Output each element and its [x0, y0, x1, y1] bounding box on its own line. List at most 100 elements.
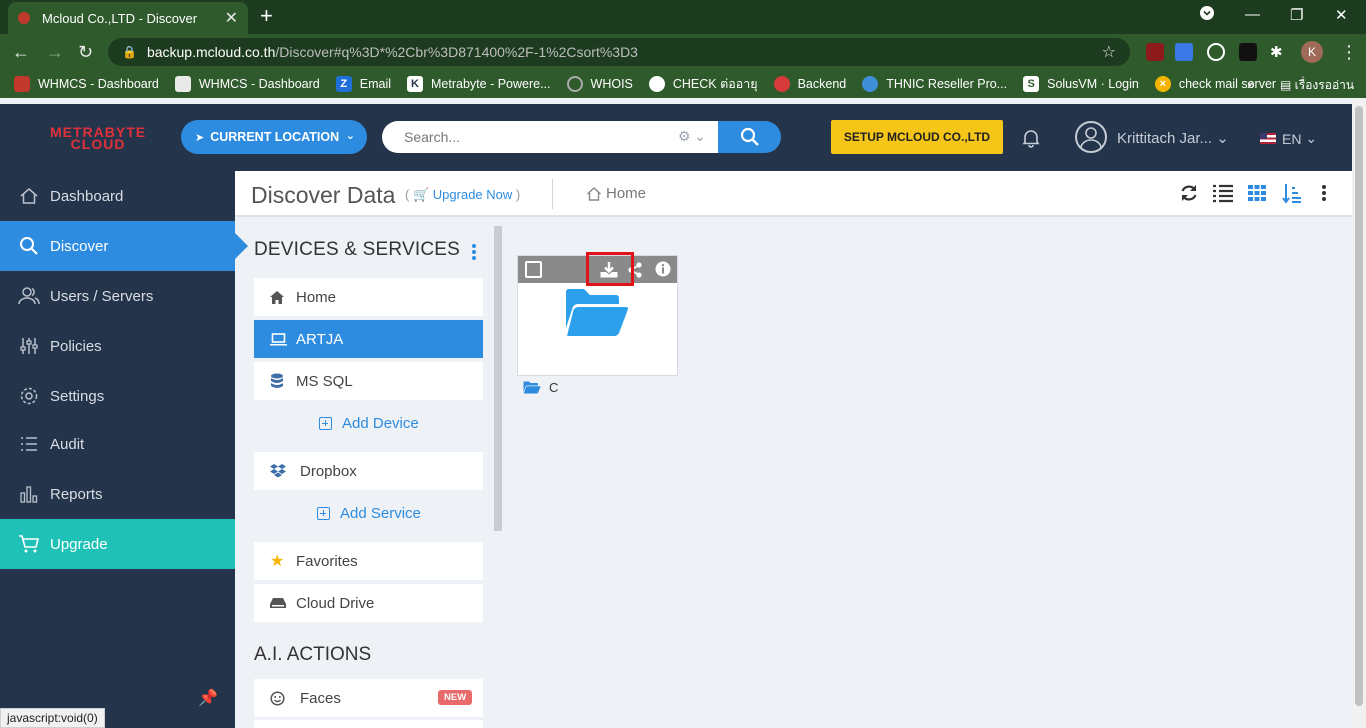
minimize-icon[interactable]: — — [1245, 6, 1260, 23]
plus-square-icon — [317, 507, 330, 520]
breadcrumb[interactable]: Home — [586, 185, 646, 202]
bookmark-item[interactable]: WHMCS - Dashboard — [14, 76, 159, 92]
profile-avatar[interactable]: K — [1301, 41, 1323, 63]
mail-check-icon: × — [1154, 76, 1171, 92]
translate-extension-icon[interactable] — [1175, 43, 1193, 61]
thnic-icon — [862, 76, 879, 92]
sidebar-item-policies[interactable]: Policies — [0, 321, 235, 371]
search-icon — [740, 127, 759, 146]
extension-icon[interactable] — [1239, 43, 1257, 61]
sidebar-item-audit[interactable]: Audit — [0, 419, 235, 469]
star-icon: ★ — [270, 553, 285, 570]
language-selector[interactable]: EN ⌄ — [1260, 130, 1317, 147]
browser-tab[interactable]: Mcloud Co.,LTD - Discover ✕ — [8, 2, 248, 34]
bookmark-item[interactable]: × check mail server — [1154, 76, 1276, 92]
home-icon — [270, 290, 288, 304]
search-button[interactable] — [718, 121, 781, 153]
scrollbar-thumb[interactable] — [1355, 106, 1363, 706]
grid-view-icon[interactable] — [1247, 183, 1267, 206]
bookmark-favicon-icon — [174, 76, 191, 92]
backend-icon — [773, 76, 790, 92]
bookmark-item[interactable]: Backend — [773, 76, 846, 92]
panel-scrollbar[interactable] — [494, 226, 502, 531]
bookmarks-bar: WHMCS - Dashboard WHMCS - Dashboard Z Ema… — [0, 70, 1366, 98]
user-menu[interactable]: Krittitach Jar... ⌄ — [1117, 129, 1229, 147]
plus-square-icon — [319, 417, 332, 430]
refresh-icon[interactable] — [1179, 183, 1199, 206]
site-favicon-icon — [18, 12, 30, 24]
ublock-extension-icon[interactable] — [1146, 43, 1164, 61]
reading-list-icon: ▤ — [1280, 78, 1295, 92]
select-checkbox[interactable] — [525, 261, 542, 278]
reading-list-button[interactable]: ▤ เรื่องรออ่าน — [1280, 76, 1354, 95]
tab-search-icon[interactable] — [1200, 6, 1214, 24]
laptop-icon — [270, 332, 288, 346]
url-host: backup.mcloud.co.th — [146, 44, 276, 60]
search-input[interactable] — [404, 129, 674, 145]
window-close-icon[interactable]: ✕ — [1335, 6, 1348, 24]
bookmark-item[interactable]: WHMCS - Dashboard — [174, 76, 320, 92]
setup-button[interactable]: SETUP MCLOUD CO.,LTD — [831, 120, 1003, 154]
upgrade-now-link[interactable]: ( 🛒 Upgrade Now ) — [405, 187, 520, 203]
sidebar-item-reports[interactable]: Reports — [0, 469, 235, 519]
pin-sidebar-icon[interactable]: 📌 — [198, 688, 218, 708]
add-service-button[interactable]: Add Service — [317, 505, 421, 522]
bookmark-item[interactable]: Z Email — [335, 76, 391, 92]
device-item-artja[interactable]: ARTJA — [254, 320, 483, 358]
bookmark-item[interactable]: WHOIS — [566, 76, 633, 92]
file-tile[interactable] — [517, 252, 678, 376]
users-icon — [18, 285, 40, 307]
current-location-button[interactable]: ➤ CURRENT LOCATION ⌄ — [181, 120, 367, 154]
info-icon[interactable] — [655, 261, 671, 280]
bookmark-star-icon[interactable]: ☆ — [1102, 42, 1116, 62]
page-scrollbar[interactable] — [1352, 98, 1366, 728]
sidebar-item-dashboard[interactable]: Dashboard — [0, 171, 235, 221]
more-options-icon[interactable] — [1321, 183, 1327, 206]
cart-icon: 🛒 — [412, 187, 430, 202]
url-path: /Discover#q%3D*%2Cbr%3D871400%2F-1%2Csor… — [275, 44, 638, 60]
new-tab-button[interactable]: + — [260, 4, 273, 28]
user-avatar-icon[interactable] — [1075, 121, 1107, 153]
sort-icon[interactable] — [1282, 183, 1302, 208]
search-options-gear-icon[interactable]: ⚙ ⌄ — [678, 128, 706, 145]
ai-item[interactable] — [254, 720, 483, 728]
list-icon — [18, 433, 40, 455]
media-extension-icon[interactable] — [1207, 43, 1225, 61]
globe-icon — [648, 76, 665, 92]
bookmark-item[interactable]: THNIC Reseller Pro... — [862, 76, 1007, 92]
bookmark-item[interactable]: K Metrabyte - Powere... — [407, 76, 551, 92]
bar-chart-icon — [18, 483, 40, 505]
cart-icon — [18, 533, 40, 555]
service-item-dropbox[interactable]: Dropbox — [254, 452, 483, 490]
page-title: Discover Data — [251, 182, 396, 208]
address-bar[interactable]: 🔒 backup.mcloud.co.th /Discover#q%3D*%2C… — [108, 38, 1130, 66]
puzzle-extensions-icon[interactable]: ✱ — [1270, 43, 1288, 61]
device-item-home[interactable]: Home — [254, 278, 483, 316]
notification-bell-icon[interactable] — [1021, 128, 1041, 148]
devices-services-title: DEVICES & SERVICES — [254, 239, 460, 260]
cloud-drive-item[interactable]: Cloud Drive — [254, 584, 483, 622]
metrabyte-logo[interactable]: METRABYTE CLOUD — [50, 125, 146, 151]
sidebar-item-discover[interactable]: Discover — [0, 221, 248, 271]
panel-more-icon[interactable] — [471, 243, 477, 264]
add-device-button[interactable]: Add Device — [319, 415, 419, 432]
close-tab-icon[interactable]: ✕ — [225, 8, 238, 28]
device-item-ms-sql[interactable]: MS SQL — [254, 362, 483, 400]
whois-icon — [566, 76, 583, 92]
back-icon[interactable]: ← — [12, 42, 30, 62]
favorites-item[interactable]: ★ Favorites — [254, 542, 483, 580]
browser-menu-icon[interactable]: ⋮ — [1340, 42, 1358, 62]
bookmark-favicon-icon — [14, 76, 30, 92]
smile-icon — [270, 690, 292, 706]
sidebar-item-users-servers[interactable]: Users / Servers — [0, 271, 235, 321]
sidebar-item-upgrade[interactable]: Upgrade — [0, 519, 235, 569]
more-bookmarks-button[interactable]: » — [1247, 76, 1255, 92]
list-view-icon[interactable] — [1212, 183, 1234, 206]
bookmark-item[interactable]: CHECK ต่ออายุ — [648, 74, 758, 94]
file-name[interactable]: C — [523, 380, 558, 395]
maximize-icon[interactable]: ❐ — [1290, 6, 1303, 24]
bookmark-item[interactable]: S SolusVM · Login — [1023, 76, 1139, 92]
forward-icon[interactable]: → — [46, 42, 64, 62]
reload-icon[interactable]: ↻ — [78, 42, 93, 62]
sidebar-item-settings[interactable]: Settings — [0, 371, 235, 421]
